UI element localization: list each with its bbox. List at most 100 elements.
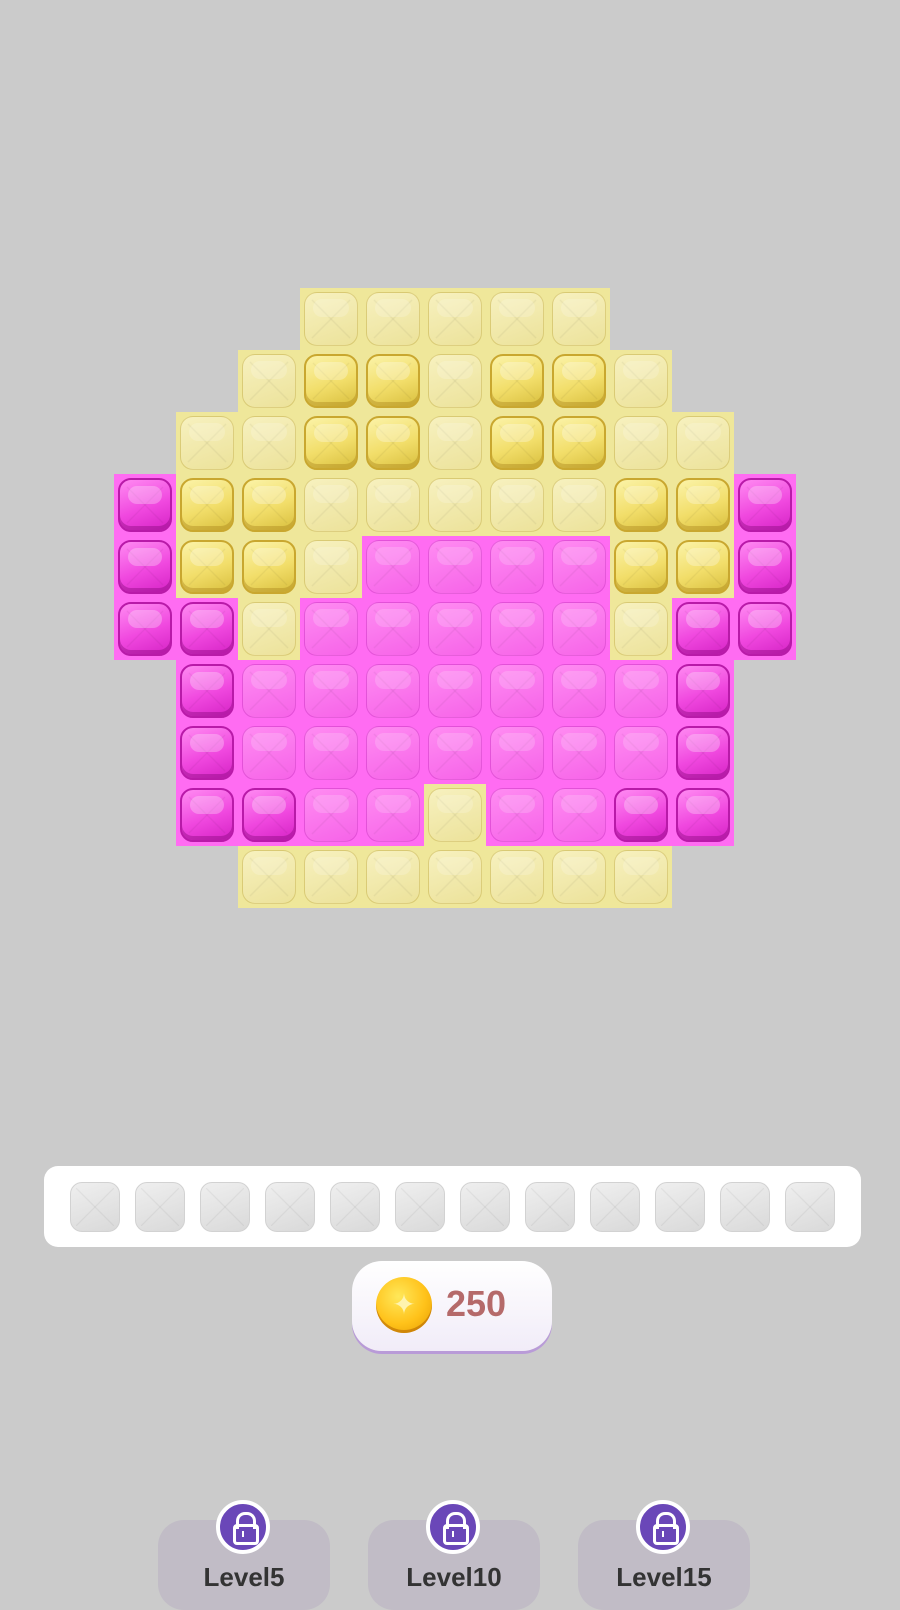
yellow-gem-tile[interactable] bbox=[242, 540, 296, 594]
level-label: Level5 bbox=[203, 1562, 285, 1592]
yellow-gem-faded-tile[interactable] bbox=[552, 478, 606, 532]
yellow-gem-tile[interactable] bbox=[676, 478, 730, 532]
yellow-gem-faded-tile[interactable] bbox=[428, 478, 482, 532]
magenta-gem-tile[interactable] bbox=[242, 788, 296, 842]
magenta-gem-faded-tile[interactable] bbox=[304, 726, 358, 780]
yellow-gem-faded-tile[interactable] bbox=[366, 850, 420, 904]
coin-counter: ✦ 250 bbox=[352, 1261, 552, 1351]
yellow-gem-faded-tile[interactable] bbox=[552, 850, 606, 904]
tray-slot bbox=[70, 1181, 120, 1232]
magenta-gem-faded-tile[interactable] bbox=[490, 788, 544, 842]
magenta-gem-tile[interactable] bbox=[180, 602, 234, 656]
yellow-gem-tile[interactable] bbox=[490, 354, 544, 408]
magenta-gem-faded-tile[interactable] bbox=[552, 602, 606, 656]
yellow-gem-faded-tile[interactable] bbox=[366, 478, 420, 532]
yellow-gem-tile[interactable] bbox=[304, 354, 358, 408]
magenta-gem-faded-tile[interactable] bbox=[552, 664, 606, 718]
tray-slot bbox=[135, 1181, 185, 1232]
lock-icon bbox=[426, 1500, 480, 1554]
yellow-gem-faded-tile[interactable] bbox=[614, 602, 668, 656]
yellow-gem-faded-tile[interactable] bbox=[614, 354, 668, 408]
yellow-gem-tile[interactable] bbox=[552, 416, 606, 470]
yellow-gem-tile[interactable] bbox=[180, 478, 234, 532]
magenta-gem-faded-tile[interactable] bbox=[428, 540, 482, 594]
yellow-gem-faded-tile[interactable] bbox=[614, 850, 668, 904]
coin-count: 250 bbox=[446, 1283, 507, 1324]
magenta-gem-tile[interactable] bbox=[180, 726, 234, 780]
magenta-gem-tile[interactable] bbox=[676, 788, 730, 842]
yellow-gem-faded-tile[interactable] bbox=[180, 416, 234, 470]
yellow-gem-faded-tile[interactable] bbox=[614, 416, 668, 470]
yellow-gem-faded-tile[interactable] bbox=[242, 354, 296, 408]
yellow-gem-faded-tile[interactable] bbox=[490, 850, 544, 904]
yellow-gem-tile[interactable] bbox=[614, 478, 668, 532]
magenta-gem-faded-tile[interactable] bbox=[490, 664, 544, 718]
yellow-gem-faded-tile[interactable] bbox=[304, 478, 358, 532]
yellow-gem-tile[interactable] bbox=[366, 416, 420, 470]
magenta-gem-faded-tile[interactable] bbox=[242, 664, 296, 718]
magenta-gem-faded-tile[interactable] bbox=[366, 726, 420, 780]
yellow-gem-faded-tile[interactable] bbox=[242, 850, 296, 904]
magenta-gem-tile[interactable] bbox=[676, 602, 730, 656]
magenta-gem-tile[interactable] bbox=[676, 664, 730, 718]
yellow-gem-tile[interactable] bbox=[552, 354, 606, 408]
magenta-gem-faded-tile[interactable] bbox=[614, 726, 668, 780]
coin-icon: ✦ bbox=[376, 1277, 432, 1333]
magenta-gem-faded-tile[interactable] bbox=[490, 602, 544, 656]
yellow-gem-faded-tile[interactable] bbox=[242, 602, 296, 656]
yellow-gem-faded-tile[interactable] bbox=[366, 292, 420, 346]
yellow-gem-faded-tile[interactable] bbox=[428, 850, 482, 904]
magenta-gem-tile[interactable] bbox=[180, 664, 234, 718]
yellow-gem-faded-tile[interactable] bbox=[676, 416, 730, 470]
magenta-gem-faded-tile[interactable] bbox=[552, 726, 606, 780]
yellow-gem-faded-tile[interactable] bbox=[428, 788, 482, 842]
magenta-gem-faded-tile[interactable] bbox=[242, 726, 296, 780]
magenta-gem-tile[interactable] bbox=[676, 726, 730, 780]
yellow-gem-faded-tile[interactable] bbox=[428, 416, 482, 470]
magenta-gem-faded-tile[interactable] bbox=[428, 602, 482, 656]
yellow-gem-tile[interactable] bbox=[614, 540, 668, 594]
yellow-gem-faded-tile[interactable] bbox=[304, 540, 358, 594]
yellow-gem-faded-tile[interactable] bbox=[490, 292, 544, 346]
magenta-gem-tile[interactable] bbox=[738, 602, 792, 656]
tray-slot bbox=[655, 1181, 705, 1232]
magenta-gem-faded-tile[interactable] bbox=[490, 540, 544, 594]
yellow-gem-faded-tile[interactable] bbox=[242, 416, 296, 470]
magenta-gem-tile[interactable] bbox=[738, 540, 792, 594]
yellow-gem-faded-tile[interactable] bbox=[428, 354, 482, 408]
magenta-gem-tile[interactable] bbox=[180, 788, 234, 842]
magenta-gem-faded-tile[interactable] bbox=[428, 664, 482, 718]
magenta-gem-faded-tile[interactable] bbox=[552, 788, 606, 842]
tray-slot bbox=[395, 1181, 445, 1232]
magenta-gem-faded-tile[interactable] bbox=[366, 788, 420, 842]
yellow-gem-tile[interactable] bbox=[490, 416, 544, 470]
yellow-gem-faded-tile[interactable] bbox=[304, 292, 358, 346]
magenta-gem-tile[interactable] bbox=[118, 478, 172, 532]
magenta-gem-faded-tile[interactable] bbox=[366, 602, 420, 656]
magenta-gem-faded-tile[interactable] bbox=[428, 726, 482, 780]
yellow-gem-tile[interactable] bbox=[676, 540, 730, 594]
magenta-gem-faded-tile[interactable] bbox=[552, 540, 606, 594]
magenta-gem-faded-tile[interactable] bbox=[304, 602, 358, 656]
magenta-gem-faded-tile[interactable] bbox=[614, 664, 668, 718]
tile-tray bbox=[44, 1166, 861, 1247]
yellow-gem-faded-tile[interactable] bbox=[304, 850, 358, 904]
magenta-gem-tile[interactable] bbox=[118, 540, 172, 594]
lock-icon bbox=[216, 1500, 270, 1554]
magenta-gem-tile[interactable] bbox=[118, 602, 172, 656]
magenta-gem-faded-tile[interactable] bbox=[366, 540, 420, 594]
tray-slot bbox=[200, 1181, 250, 1232]
yellow-gem-tile[interactable] bbox=[242, 478, 296, 532]
yellow-gem-tile[interactable] bbox=[180, 540, 234, 594]
magenta-gem-faded-tile[interactable] bbox=[366, 664, 420, 718]
yellow-gem-tile[interactable] bbox=[304, 416, 358, 470]
yellow-gem-tile[interactable] bbox=[366, 354, 420, 408]
yellow-gem-faded-tile[interactable] bbox=[428, 292, 482, 346]
magenta-gem-tile[interactable] bbox=[614, 788, 668, 842]
yellow-gem-faded-tile[interactable] bbox=[490, 478, 544, 532]
magenta-gem-faded-tile[interactable] bbox=[304, 788, 358, 842]
yellow-gem-faded-tile[interactable] bbox=[552, 292, 606, 346]
magenta-gem-faded-tile[interactable] bbox=[304, 664, 358, 718]
magenta-gem-tile[interactable] bbox=[738, 478, 792, 532]
magenta-gem-faded-tile[interactable] bbox=[490, 726, 544, 780]
